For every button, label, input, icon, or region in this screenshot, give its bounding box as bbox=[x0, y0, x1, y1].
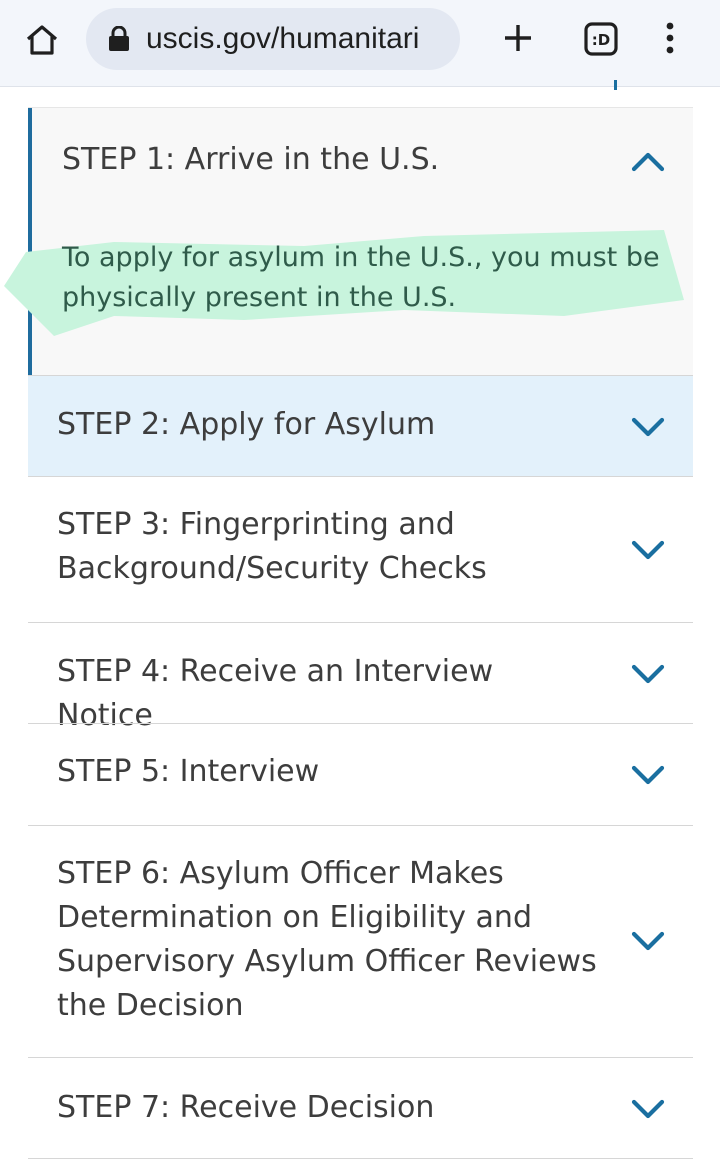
step-5-title: STEP 5: Interview bbox=[57, 754, 320, 789]
step-6-title: STEP 6: Asylum Officer Makes Determinati… bbox=[57, 856, 597, 1023]
address-bar[interactable]: uscis.gov/humanitari bbox=[86, 8, 460, 70]
step-3-item[interactable]: STEP 3: Fingerprinting and Background/Se… bbox=[28, 476, 693, 622]
step-2-title: STEP 2: Apply for Asylum bbox=[57, 407, 436, 442]
home-button[interactable] bbox=[18, 16, 66, 64]
step-4-item[interactable]: STEP 4: Receive an Interview Notice bbox=[28, 622, 693, 733]
partial-content-edge bbox=[614, 80, 617, 90]
step-7-title: STEP 7: Receive Decision bbox=[57, 1090, 435, 1125]
step-2-item[interactable]: STEP 2: Apply for Asylum bbox=[28, 375, 693, 476]
browser-toolbar: uscis.gov/humanitari :D bbox=[0, 0, 720, 87]
lock-icon bbox=[109, 26, 129, 51]
tab-switcher-button[interactable]: :D bbox=[578, 16, 624, 62]
chevron-down-icon[interactable] bbox=[631, 764, 665, 786]
chevron-down-icon[interactable] bbox=[631, 930, 665, 952]
home-icon bbox=[26, 25, 58, 55]
step-5-item[interactable]: STEP 5: Interview bbox=[28, 723, 693, 825]
step-6-item[interactable]: STEP 6: Asylum Officer Makes Determinati… bbox=[28, 825, 693, 1057]
chevron-up-icon[interactable] bbox=[631, 150, 665, 172]
url-text: uscis.gov/humanitari bbox=[146, 22, 420, 55]
step-7-item[interactable]: STEP 7: Receive Decision bbox=[28, 1057, 693, 1159]
menu-button[interactable] bbox=[652, 14, 688, 62]
new-tab-button[interactable] bbox=[494, 14, 542, 62]
step-3-title: STEP 3: Fingerprinting and Background/Se… bbox=[57, 507, 487, 586]
asylum-steps-accordion: STEP 1: Arrive in the U.S. To apply for … bbox=[4, 107, 693, 1159]
chevron-down-icon[interactable] bbox=[631, 539, 665, 561]
step-1-item[interactable]: STEP 1: Arrive in the U.S. To apply for … bbox=[4, 107, 693, 376]
plus-icon bbox=[505, 25, 531, 51]
tab-switcher-icon: :D bbox=[584, 22, 618, 56]
more-vert-icon bbox=[666, 22, 674, 54]
chevron-down-icon[interactable] bbox=[631, 663, 665, 685]
tab-count-glyph: :D bbox=[592, 31, 610, 49]
chevron-down-icon[interactable] bbox=[631, 416, 665, 438]
step-1-title: STEP 1: Arrive in the U.S. bbox=[62, 142, 440, 177]
chevron-down-icon[interactable] bbox=[631, 1098, 665, 1120]
step-1-description: To apply for asylum in the U.S., you mus… bbox=[62, 242, 660, 313]
